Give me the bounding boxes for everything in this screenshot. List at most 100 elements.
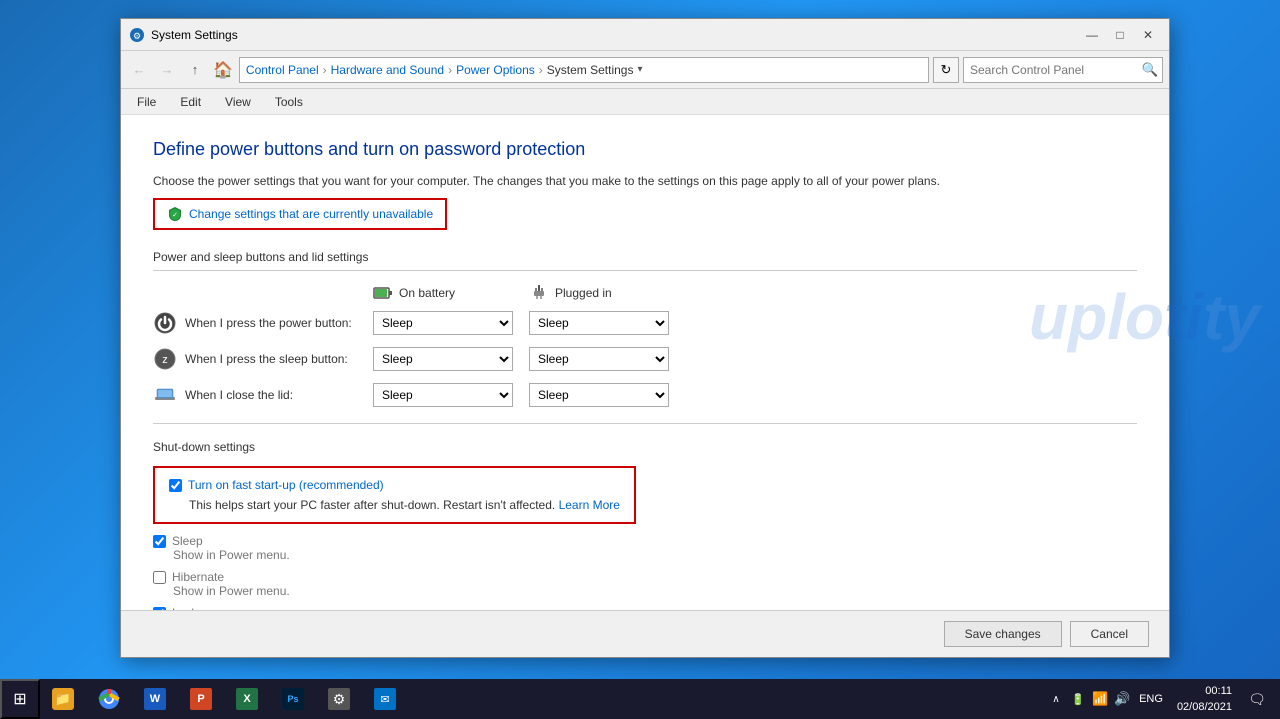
save-changes-button[interactable]: Save changes — [944, 621, 1062, 647]
taskbar-apps: 📁 W P X Ps — [40, 679, 408, 719]
tray-volume-icon[interactable]: 🔊 — [1113, 690, 1131, 708]
power-button-label: When I press the power button: — [185, 316, 365, 330]
breadcrumb-hardware-sound[interactable]: Hardware and Sound — [331, 63, 444, 77]
cancel-button[interactable]: Cancel — [1070, 621, 1149, 647]
sleep-checkbox-row: Sleep Show in Power menu. — [153, 534, 1137, 562]
system-settings-window: ⚙ System Settings — □ ✕ ← → ↑ 🏠 Control … — [120, 18, 1170, 658]
plug-icon — [529, 283, 549, 303]
word-icon: W — [144, 688, 166, 710]
page-description: Choose the power settings that you want … — [153, 172, 1137, 190]
shield-icon: ✓ — [167, 206, 183, 222]
taskbar-app-excel[interactable]: X — [224, 679, 270, 719]
notification-icon[interactable]: 🗨 — [1242, 679, 1272, 719]
powerpoint-icon: P — [190, 688, 212, 710]
system-tray: ∧ 🔋 📶 🔊 ENG 00:11 02/08/2021 🗨 — [1039, 679, 1280, 719]
tray-battery-icon[interactable]: 🔋 — [1069, 690, 1087, 708]
excel-icon: X — [236, 688, 258, 710]
power-button-battery-select[interactable]: Sleep Hibernate Shut down Do nothing — [373, 311, 513, 335]
back-button[interactable]: ← — [127, 58, 151, 82]
lid-row: When I close the lid: Sleep Hibernate Sh… — [153, 383, 1137, 407]
change-settings-button[interactable]: ✓ Change settings that are currently una… — [153, 198, 447, 230]
breadcrumb-bar: Control Panel › Hardware and Sound › Pow… — [239, 57, 929, 83]
menu-edit[interactable]: Edit — [172, 93, 209, 111]
file-explorer-icon: 📁 — [52, 688, 74, 710]
chrome-icon — [98, 688, 120, 710]
power-button-plugged-select[interactable]: Sleep Hibernate Shut down Do nothing — [529, 311, 669, 335]
breadcrumb-dropdown[interactable]: ▾ — [637, 64, 642, 75]
main-content: Define power buttons and turn on passwor… — [121, 115, 1169, 610]
minimize-button[interactable]: — — [1079, 22, 1105, 48]
lid-selects: Sleep Hibernate Shut down Do nothing Sle… — [373, 383, 669, 407]
page-title: Define power buttons and turn on passwor… — [153, 139, 1137, 160]
taskbar-clock[interactable]: 00:11 02/08/2021 — [1171, 683, 1238, 716]
svg-text:z: z — [162, 354, 168, 366]
search-button[interactable]: 🔍 — [1138, 58, 1162, 82]
search-input[interactable] — [964, 63, 1138, 77]
learn-more-link[interactable]: Learn More — [559, 498, 620, 512]
refresh-button[interactable]: ↻ — [933, 57, 959, 83]
on-battery-label: On battery — [399, 286, 455, 300]
search-box: 🔍 — [963, 57, 1163, 83]
start-icon: ⊞ — [13, 689, 26, 709]
title-bar: ⚙ System Settings — □ ✕ — [121, 19, 1169, 51]
sleep-checkbox[interactable] — [153, 535, 166, 548]
start-button[interactable]: ⊞ — [0, 679, 40, 719]
window-icon: ⚙ — [129, 27, 145, 43]
tray-network-icon[interactable]: 📶 — [1091, 690, 1109, 708]
battery-icon — [373, 283, 393, 303]
hibernate-checkbox-label: Hibernate — [153, 570, 1137, 584]
menu-bar: File Edit View Tools — [121, 89, 1169, 115]
tray-expand-icon[interactable]: ∧ — [1047, 690, 1065, 708]
settings-taskbar-icon: ⚙ — [328, 688, 350, 710]
mail-icon: ✉ — [374, 688, 396, 710]
language-indicator[interactable]: ENG — [1135, 693, 1167, 705]
taskbar-app-word[interactable]: W — [132, 679, 178, 719]
hibernate-checkbox[interactable] — [153, 571, 166, 584]
taskbar: ⊞ 📁 W P X — [0, 679, 1280, 719]
menu-view[interactable]: View — [217, 93, 259, 111]
taskbar-app-file-explorer[interactable]: 📁 — [40, 679, 86, 719]
power-button-selects: Sleep Hibernate Shut down Do nothing Sle… — [373, 311, 669, 335]
maximize-button[interactable]: □ — [1107, 22, 1133, 48]
sleep-button-battery-select[interactable]: Sleep Hibernate Shut down Do nothing — [373, 347, 513, 371]
change-settings-label: Change settings that are currently unava… — [189, 207, 433, 221]
column-headers: On battery Plugged in — [373, 283, 1137, 303]
sleep-button-row: z When I press the sleep button: Sleep H… — [153, 347, 1137, 371]
breadcrumb-control-panel[interactable]: Control Panel — [246, 63, 319, 77]
up-button[interactable]: ↑ — [183, 58, 207, 82]
menu-file[interactable]: File — [129, 93, 164, 111]
taskbar-app-powerpoint[interactable]: P — [178, 679, 224, 719]
breadcrumb-power-options[interactable]: Power Options — [456, 63, 535, 77]
divider — [153, 423, 1137, 424]
address-bar: ← → ↑ 🏠 Control Panel › Hardware and Sou… — [121, 51, 1169, 89]
svg-text:✓: ✓ — [172, 212, 178, 219]
fast-startup-desc: This helps start your PC faster after sh… — [189, 498, 620, 512]
menu-tools[interactable]: Tools — [267, 93, 311, 111]
photoshop-icon: Ps — [282, 688, 304, 710]
folder-icon: 🏠 — [213, 60, 233, 80]
window-controls: — □ ✕ — [1079, 22, 1161, 48]
sleep-button-icon: z — [153, 347, 177, 371]
battery-column-header: On battery — [373, 283, 513, 303]
hibernate-checkbox-desc: Show in Power menu. — [173, 584, 1137, 598]
footer: Save changes Cancel — [121, 610, 1169, 657]
close-button[interactable]: ✕ — [1135, 22, 1161, 48]
svg-text:⚙: ⚙ — [133, 31, 141, 41]
taskbar-app-photoshop[interactable]: Ps — [270, 679, 316, 719]
taskbar-app-chrome[interactable] — [86, 679, 132, 719]
forward-button[interactable]: → — [155, 58, 179, 82]
shutdown-title: Shut-down settings — [153, 440, 1137, 454]
clock-time: 00:11 — [1177, 683, 1232, 700]
fast-startup-checkbox[interactable] — [169, 479, 182, 492]
lid-plugged-select[interactable]: Sleep Hibernate Shut down Do nothing — [529, 383, 669, 407]
sleep-button-plugged-select[interactable]: Sleep Hibernate Shut down Do nothing — [529, 347, 669, 371]
hibernate-checkbox-row: Hibernate Show in Power menu. — [153, 570, 1137, 598]
lid-battery-select[interactable]: Sleep Hibernate Shut down Do nothing — [373, 383, 513, 407]
taskbar-app-settings[interactable]: ⚙ — [316, 679, 362, 719]
fast-startup-label: Turn on fast start-up (recommended) — [188, 478, 384, 492]
lid-icon — [153, 383, 177, 407]
plugged-in-label: Plugged in — [555, 286, 612, 300]
taskbar-app-mail[interactable]: ✉ — [362, 679, 408, 719]
sleep-checkbox-desc: Show in Power menu. — [173, 548, 1137, 562]
power-button-icon — [153, 311, 177, 335]
